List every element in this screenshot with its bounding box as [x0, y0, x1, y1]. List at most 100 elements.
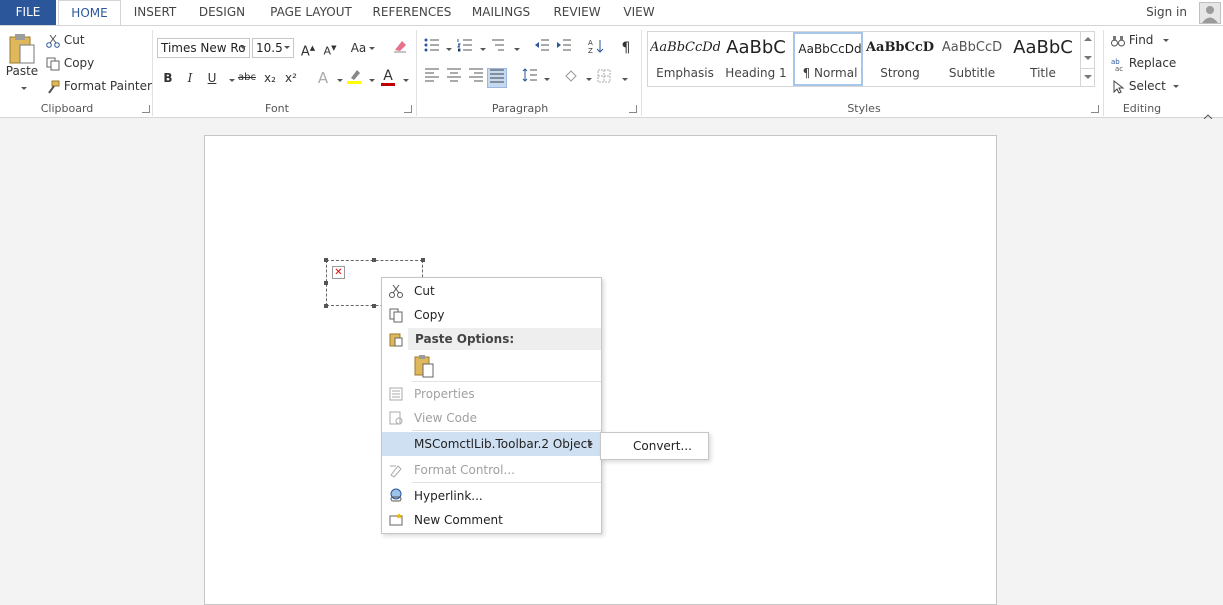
- tab-insert[interactable]: INSERT: [128, 0, 182, 25]
- cut-button[interactable]: Cut: [46, 30, 85, 50]
- align-left-button[interactable]: [422, 68, 442, 88]
- resize-handle[interactable]: [324, 258, 328, 262]
- group-divider: [152, 30, 153, 116]
- sign-in-link[interactable]: Sign in: [1146, 0, 1187, 25]
- justify-button[interactable]: [487, 68, 507, 88]
- gallery-up-icon[interactable]: [1084, 37, 1092, 41]
- replace-label: Replace: [1128, 56, 1177, 70]
- find-button[interactable]: Find: [1111, 30, 1170, 50]
- format-painter-button[interactable]: Format Painter: [46, 76, 152, 96]
- tab-design[interactable]: DESIGN: [194, 0, 250, 25]
- resize-handle[interactable]: [324, 304, 328, 308]
- menu-item-cut[interactable]: Cut: [382, 279, 601, 303]
- menu-item-hyperlink[interactable]: Hyperlink...: [382, 484, 601, 508]
- tab-home[interactable]: HOME: [58, 0, 121, 26]
- multilevel-list-icon: [492, 39, 504, 51]
- style-heading-1-name: Heading 1: [725, 66, 787, 80]
- decrease-indent-button[interactable]: [532, 38, 552, 58]
- paragraph-launcher-icon[interactable]: [629, 105, 637, 113]
- strikethrough-button[interactable]: abc: [235, 68, 259, 88]
- select-dropdown-icon[interactable]: [1172, 85, 1179, 88]
- bullets-button[interactable]: [422, 38, 442, 58]
- change-case-dropdown-icon[interactable]: [369, 47, 376, 50]
- select-button[interactable]: Select: [1111, 76, 1179, 96]
- copy-button[interactable]: Copy: [46, 53, 94, 73]
- paste-button[interactable]: Paste: [4, 32, 40, 96]
- numbering-dropdown-icon[interactable]: [480, 48, 486, 51]
- underline-button[interactable]: U: [202, 68, 222, 88]
- find-dropdown-icon[interactable]: [1163, 39, 1170, 42]
- font-launcher-icon[interactable]: [404, 105, 412, 113]
- font-family-dropdown-icon[interactable]: [240, 46, 246, 49]
- clear-formatting-button[interactable]: [390, 38, 410, 58]
- highlight-button[interactable]: [344, 68, 364, 88]
- increase-indent-button[interactable]: [554, 38, 574, 58]
- shading-button[interactable]: [561, 68, 581, 88]
- shrink-font-button[interactable]: A▼: [320, 38, 340, 58]
- numbered-list-icon: [457, 39, 472, 52]
- tab-view[interactable]: VIEW: [617, 0, 661, 25]
- menu-item-new-comment[interactable]: New Comment: [382, 508, 601, 532]
- grow-font-button[interactable]: A▲: [298, 38, 318, 59]
- font-color-button[interactable]: A: [378, 66, 398, 86]
- show-formatting-marks-button[interactable]: ¶: [616, 38, 636, 58]
- style-subtitle[interactable]: AaBbCcD Subtitle: [937, 34, 1007, 86]
- styles-launcher-icon[interactable]: [1091, 105, 1099, 113]
- highlight-dropdown-icon[interactable]: [369, 79, 375, 82]
- tab-page-layout[interactable]: PAGE LAYOUT: [263, 0, 359, 25]
- style-emphasis[interactable]: AaBbCcDd Emphasis: [650, 34, 720, 86]
- text-effects-button[interactable]: A: [313, 68, 333, 88]
- tab-review[interactable]: REVIEW: [548, 0, 606, 25]
- collapse-ribbon-icon[interactable]: [1203, 106, 1213, 120]
- font-size-combo[interactable]: 10.5: [252, 38, 294, 58]
- font-family-combo[interactable]: Times New Ro: [157, 38, 250, 58]
- resize-handle[interactable]: [372, 304, 376, 308]
- paste-keep-formatting-button[interactable]: [412, 354, 436, 378]
- font-color-dropdown-icon[interactable]: [403, 79, 409, 82]
- style-title[interactable]: AaBbC Title: [1008, 34, 1078, 86]
- submenu-item-convert[interactable]: Convert...: [601, 433, 708, 459]
- resize-handle[interactable]: [324, 281, 328, 285]
- line-spacing-dropdown-icon[interactable]: [544, 78, 550, 81]
- bold-button[interactable]: B: [158, 68, 178, 88]
- resize-handle[interactable]: [372, 258, 376, 262]
- style-normal[interactable]: AaBbCcDd ¶ Normal: [793, 32, 863, 86]
- tab-references[interactable]: REFERENCES: [369, 0, 455, 25]
- gallery-down-icon[interactable]: [1084, 56, 1092, 60]
- menu-item-format-control-label: Format Control...: [414, 463, 515, 477]
- menu-item-format-control[interactable]: Format Control...: [382, 458, 601, 482]
- text-effects-dropdown-icon[interactable]: [337, 79, 343, 82]
- style-heading-1[interactable]: AaBbC Heading 1: [721, 34, 791, 86]
- align-center-button[interactable]: [444, 68, 464, 88]
- sort-button[interactable]: AZ: [586, 38, 606, 58]
- borders-button[interactable]: [594, 68, 614, 88]
- menu-item-copy[interactable]: Copy: [382, 303, 601, 327]
- menu-item-view-code[interactable]: View Code: [382, 406, 601, 430]
- numbering-button[interactable]: [455, 38, 475, 58]
- superscript-button[interactable]: x²: [281, 68, 301, 88]
- align-right-button[interactable]: [466, 68, 486, 88]
- user-avatar-icon[interactable]: [1199, 2, 1221, 24]
- subscript-button[interactable]: x₂: [260, 68, 280, 88]
- menu-item-toolbar-object[interactable]: MSComctlLib.Toolbar.2 Object: [382, 432, 601, 456]
- increase-indent-icon: [557, 39, 571, 51]
- font-size-dropdown-icon[interactable]: [284, 46, 290, 49]
- multilevel-list-button[interactable]: [488, 38, 508, 58]
- bullets-dropdown-icon[interactable]: [446, 48, 452, 51]
- shading-dropdown-icon[interactable]: [586, 78, 592, 81]
- menu-item-properties[interactable]: Properties: [382, 382, 601, 406]
- multilevel-dropdown-icon[interactable]: [514, 48, 520, 51]
- tab-file[interactable]: FILE: [0, 0, 56, 25]
- paste-dropdown-icon[interactable]: [20, 87, 27, 90]
- resize-handle[interactable]: [421, 258, 425, 262]
- change-case-button[interactable]: Aa: [348, 38, 378, 58]
- tab-mailings[interactable]: MAILINGS: [466, 0, 536, 25]
- clipboard-launcher-icon[interactable]: [142, 105, 150, 113]
- line-spacing-button[interactable]: [520, 68, 540, 88]
- gallery-more-icon[interactable]: [1084, 75, 1092, 79]
- replace-button[interactable]: ab ac Replace: [1111, 53, 1176, 73]
- borders-dropdown-icon[interactable]: [622, 78, 628, 81]
- italic-button[interactable]: I: [180, 68, 200, 88]
- style-subtitle-preview: AaBbCcD: [941, 40, 1003, 55]
- style-strong[interactable]: AaBbCcD Strong: [865, 34, 935, 86]
